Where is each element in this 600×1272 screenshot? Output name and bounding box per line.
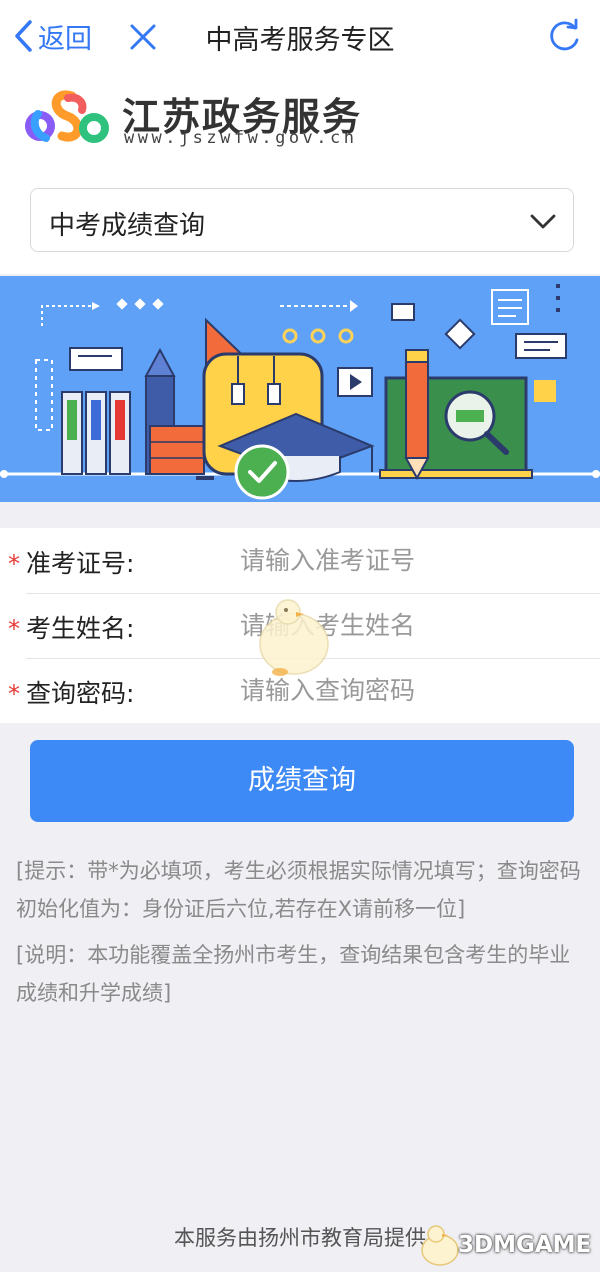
back-button[interactable]: 返回 (12, 16, 92, 56)
nav-bar: 返回 中高考服务专区 (0, 0, 600, 74)
description-note: [说明：本功能覆盖全扬州市考生，查询结果包含考生的毕业成绩和升学成绩] (16, 943, 571, 1005)
logo-url: www.jszwfw.gov.cn (124, 128, 358, 148)
site-header: 江苏政务服务 www.jszwfw.gov.cn (0, 74, 600, 184)
exam-number-label: 准考证号: (26, 549, 135, 578)
exam-number-row: * 准考证号: (0, 528, 600, 593)
query-score-button[interactable]: 成绩查询 (30, 740, 574, 822)
close-icon[interactable] (126, 20, 160, 54)
chevron-down-icon (530, 214, 556, 229)
education-illustration (0, 284, 600, 500)
query-password-input[interactable] (240, 668, 580, 712)
required-mark: * (8, 615, 20, 643)
tip-note: [提示：带*为必填项，考生必须根据实际情况填写；查询密码初始化值为：身份证后六位… (16, 859, 581, 921)
query-type-section: 中考成绩查询 (0, 170, 600, 274)
footer-provider: 本服务由扬州市教育局提供 (174, 1226, 426, 1250)
query-type-select[interactable]: 中考成绩查询 (30, 188, 574, 252)
chevron-left-icon (15, 20, 32, 52)
jiangsu-logo-icon (25, 90, 109, 143)
student-name-label: 考生姓名: (26, 614, 135, 643)
query-password-label: 查询密码: (26, 679, 135, 708)
student-name-input[interactable] (240, 603, 580, 647)
student-name-row: * 考生姓名: (0, 593, 600, 658)
refresh-icon[interactable] (546, 18, 582, 54)
exam-banner (0, 276, 600, 502)
exam-number-input[interactable] (240, 538, 580, 582)
required-mark: * (8, 550, 20, 578)
required-mark: * (8, 680, 20, 708)
score-query-form: * 准考证号: * 考生姓名: * 查询密码: (0, 528, 600, 723)
query-type-value: 中考成绩查询 (49, 211, 206, 241)
back-label: 返回 (38, 23, 92, 55)
query-password-row: * 查询密码: (0, 658, 600, 723)
